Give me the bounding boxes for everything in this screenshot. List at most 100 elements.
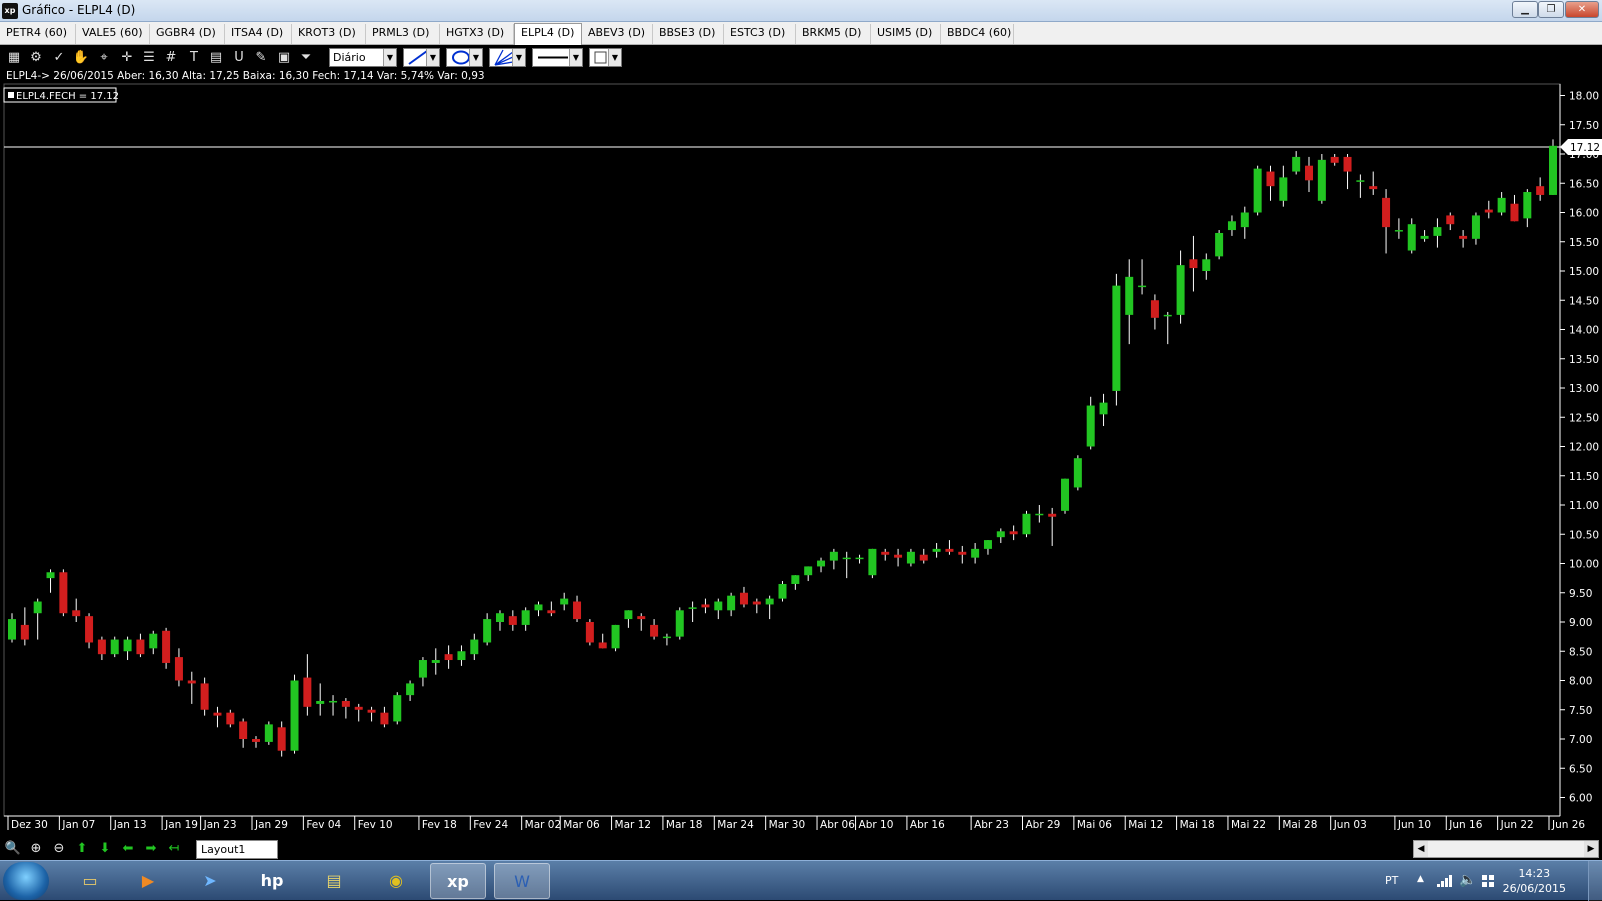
candle-body-up[interactable] (521, 610, 530, 625)
tab-itsa4[interactable]: ITSA4 (D) (225, 24, 292, 44)
candle-body-up[interactable] (804, 566, 813, 576)
candle-body-down[interactable] (881, 551, 890, 555)
candle-body-up[interactable] (1356, 180, 1365, 182)
candle-body-down[interactable] (958, 551, 967, 555)
arrow-down-icon[interactable]: ⬇ (96, 840, 114, 858)
candle-body-up[interactable] (418, 660, 427, 678)
candle-body-down[interactable] (162, 630, 171, 663)
language-indicator[interactable]: PT (1385, 874, 1398, 887)
candle-body-up[interactable] (1176, 265, 1185, 315)
grid-icon[interactable]: # (162, 49, 180, 67)
candle-body-up[interactable] (1523, 192, 1532, 219)
tab-ggbr4[interactable]: GGBR4 (D) (150, 24, 225, 44)
calculator-icon[interactable]: ▤ (207, 49, 225, 67)
candle-body-down[interactable] (380, 712, 389, 725)
clipboard-icon[interactable]: ▣ (275, 49, 293, 67)
crosshair-icon[interactable]: ✛ (118, 49, 136, 67)
candle-body-down[interactable] (1510, 203, 1519, 222)
scroll-left-icon[interactable]: ◀ (1414, 841, 1428, 857)
chart-canvas[interactable]: ELPL4-> 26/06/2015 Aber: 16,30 Alta: 17,… (0, 70, 1602, 838)
candle-body-up[interactable] (1227, 221, 1236, 231)
horizontal-lines-icon[interactable]: ☰ (140, 49, 158, 67)
zoom-fit-icon[interactable]: 🔍 (4, 840, 22, 858)
filter-icon[interactable]: ⏷ (297, 49, 315, 67)
maximize-button[interactable]: ❐ (1538, 1, 1564, 18)
candle-body-up[interactable] (675, 610, 684, 637)
candle-body-up[interactable] (431, 660, 440, 663)
candle-body-up[interactable] (1215, 232, 1224, 257)
candle-body-up[interactable] (971, 548, 980, 558)
candle-body-down[interactable] (894, 554, 903, 558)
candle-body-up[interactable] (1240, 212, 1249, 228)
candle-body-up[interactable] (855, 557, 864, 560)
candle-body-up[interactable] (290, 680, 299, 751)
settings-gear-icon[interactable]: ⚙ (27, 49, 45, 67)
tab-bbse3[interactable]: BBSE3 (D) (653, 24, 724, 44)
candle-body-up[interactable] (46, 572, 55, 579)
candle-body-down[interactable] (945, 548, 954, 552)
candle-body-up[interactable] (983, 540, 992, 549)
tab-brkm5[interactable]: BRKM5 (D) (796, 24, 871, 44)
candle-body-down[interactable] (303, 677, 312, 707)
tab-krot3[interactable]: KROT3 (D) (292, 24, 366, 44)
candle-body-up[interactable] (1022, 513, 1031, 535)
candle-body-up[interactable] (560, 598, 569, 605)
layout-tab[interactable]: Layout1 (196, 840, 278, 859)
candle-body-up[interactable] (932, 548, 941, 552)
candle-body-up[interactable] (406, 683, 415, 696)
candle-body-down[interactable] (136, 639, 145, 655)
taskbar-clock[interactable]: 14:23 26/06/2015 (1503, 866, 1566, 896)
candle-body-down[interactable] (1266, 171, 1275, 187)
candle-body-down[interactable] (341, 700, 350, 707)
candle-body-up[interactable] (1073, 458, 1082, 488)
candle-body-up[interactable] (1497, 197, 1506, 213)
tab-prml3[interactable]: PRML3 (D) (366, 24, 440, 44)
arrow-return-icon[interactable]: ↤ (165, 840, 183, 858)
stroke-width-select[interactable]: ▼ (532, 48, 583, 67)
fan-tool-select[interactable]: ▼ (489, 48, 526, 67)
candle-body-down[interactable] (1009, 531, 1018, 535)
candle-body-up[interactable] (829, 551, 838, 561)
tab-petr4[interactable]: PETR4 (60) (0, 24, 76, 44)
candle-body-down[interactable] (20, 624, 29, 640)
candle-body-down[interactable] (1459, 235, 1468, 239)
candle-body-down[interactable] (598, 642, 607, 649)
candle-body-down[interactable] (367, 709, 376, 713)
zoom-in-icon[interactable]: ⊕ (27, 840, 45, 858)
candle-body-up[interactable] (817, 560, 826, 567)
draw-trend-icon[interactable]: ✓ (50, 49, 68, 67)
candle-body-up[interactable] (1433, 227, 1442, 236)
candle-body-down[interactable] (200, 683, 209, 710)
candle-body-up[interactable] (906, 551, 915, 564)
candle-body-up[interactable] (393, 695, 402, 722)
chrome-icon[interactable]: ◉ (368, 863, 424, 899)
zoom-out-icon[interactable]: ⊖ (50, 840, 68, 858)
tray-expand-icon[interactable]: ▲ (1417, 874, 1424, 884)
candle-body-up[interactable] (1061, 478, 1070, 511)
candle-body-up[interactable] (996, 531, 1005, 538)
candle-body-down[interactable] (585, 622, 594, 643)
fill-color-select[interactable]: ▼ (589, 48, 622, 67)
candle-body-up[interactable] (868, 548, 877, 576)
candle-body-up[interactable] (1125, 276, 1134, 315)
candlestick-chart[interactable]: ELPL4-> 26/06/2015 Aber: 16,30 Alta: 17,… (0, 70, 1602, 838)
candle-body-up[interactable] (714, 601, 723, 611)
candle-body-down[interactable] (277, 727, 286, 751)
scanner-app-icon[interactable]: ▤ (306, 863, 362, 899)
candle-body-down[interactable] (1330, 156, 1339, 163)
candle-body-up[interactable] (1279, 177, 1288, 201)
candle-body-up[interactable] (1086, 405, 1095, 447)
candle-body-up[interactable] (1163, 314, 1172, 317)
candle-body-down[interactable] (1150, 300, 1159, 318)
candle-body-down[interactable] (1343, 156, 1352, 172)
candle-body-up[interactable] (534, 604, 543, 611)
candle-body-down[interactable] (97, 639, 106, 655)
candle-body-up[interactable] (457, 651, 466, 661)
tab-elpl4[interactable]: ELPL4 (D) (514, 23, 582, 45)
hp-icon[interactable]: hp (244, 863, 300, 899)
candle-body-up[interactable] (1292, 156, 1301, 172)
network-app-icon[interactable]: ➤ (182, 863, 238, 899)
candle-body-down[interactable] (1446, 215, 1455, 225)
candle-body-up[interactable] (470, 639, 479, 655)
eraser-icon[interactable]: ✎ (252, 49, 270, 67)
